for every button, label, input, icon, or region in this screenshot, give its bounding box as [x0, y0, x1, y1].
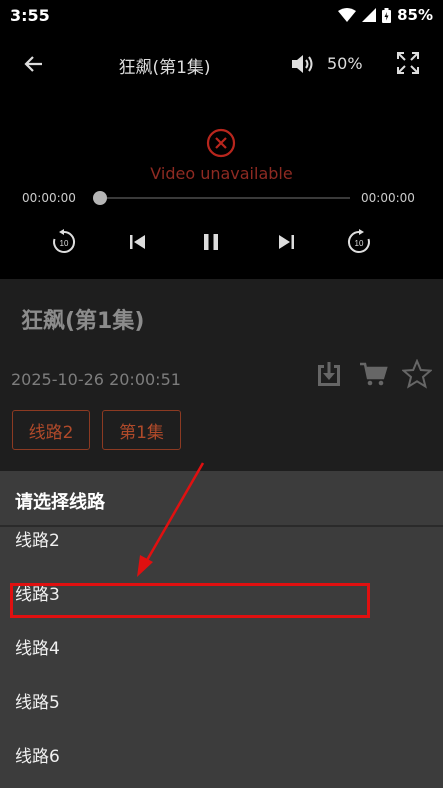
video-title: 狂飙(第1集) — [21, 309, 145, 334]
cart-icon[interactable] — [358, 359, 388, 389]
status-time: 3:55 — [10, 5, 50, 25]
volume-level: 50% — [327, 54, 363, 73]
battery-percent: 85% — [397, 6, 433, 24]
download-icon[interactable] — [314, 359, 344, 389]
video-details: 狂飙(第1集) 2025-10-26 20:00:51 线路2 第1集 — [0, 279, 443, 471]
seek-bar[interactable] — [98, 197, 350, 199]
status-bar: 3:55 85% — [0, 0, 443, 30]
player-title: 狂飙(第1集) — [118, 58, 211, 78]
next-icon[interactable] — [273, 229, 299, 255]
route-item-5[interactable]: 线路5 — [0, 673, 443, 727]
highlight-annotation — [10, 583, 370, 618]
route-list[interactable]: 线路2 线路3 线路4 线路5 线路6 — [0, 527, 443, 788]
battery-icon — [382, 7, 392, 23]
status-icons: 85% — [338, 6, 433, 24]
previous-icon[interactable] — [125, 229, 151, 255]
episode-chip[interactable]: 第1集 — [102, 410, 181, 450]
dialog-title: 请选择线路 — [15, 492, 105, 513]
publish-date: 2025-10-26 20:00:51 — [11, 370, 181, 389]
fullscreen-icon[interactable] — [397, 52, 419, 74]
route-item-6[interactable]: 线路6 — [0, 727, 443, 781]
pause-icon[interactable] — [198, 229, 224, 255]
error-icon — [206, 128, 236, 158]
forward-10-icon[interactable]: 10 — [346, 229, 372, 255]
seek-thumb[interactable] — [93, 191, 107, 205]
route-item-2[interactable]: 线路2 — [0, 527, 443, 565]
error-message: Video unavailable — [150, 164, 293, 183]
rewind-10-icon[interactable]: 10 — [51, 229, 77, 255]
total-time: 00:00:00 — [361, 191, 415, 205]
svg-text:10: 10 — [60, 239, 69, 248]
player-top-bar: 狂飙(第1集) 50% — [0, 48, 443, 80]
route-chip[interactable]: 线路2 — [12, 410, 90, 450]
signal-icon — [362, 8, 377, 22]
current-time: 00:00:00 — [22, 191, 76, 205]
video-player[interactable]: 狂飙(第1集) 50% Video unavailable 00:00:00 0… — [0, 30, 443, 279]
svg-text:10: 10 — [355, 239, 364, 248]
route-select-dialog: 请选择线路 线路2 线路3 线路4 线路5 线路6 — [0, 471, 443, 788]
star-icon[interactable] — [402, 359, 432, 389]
volume-icon[interactable] — [290, 53, 314, 75]
wifi-icon — [338, 8, 357, 22]
route-item-4[interactable]: 线路4 — [0, 619, 443, 673]
